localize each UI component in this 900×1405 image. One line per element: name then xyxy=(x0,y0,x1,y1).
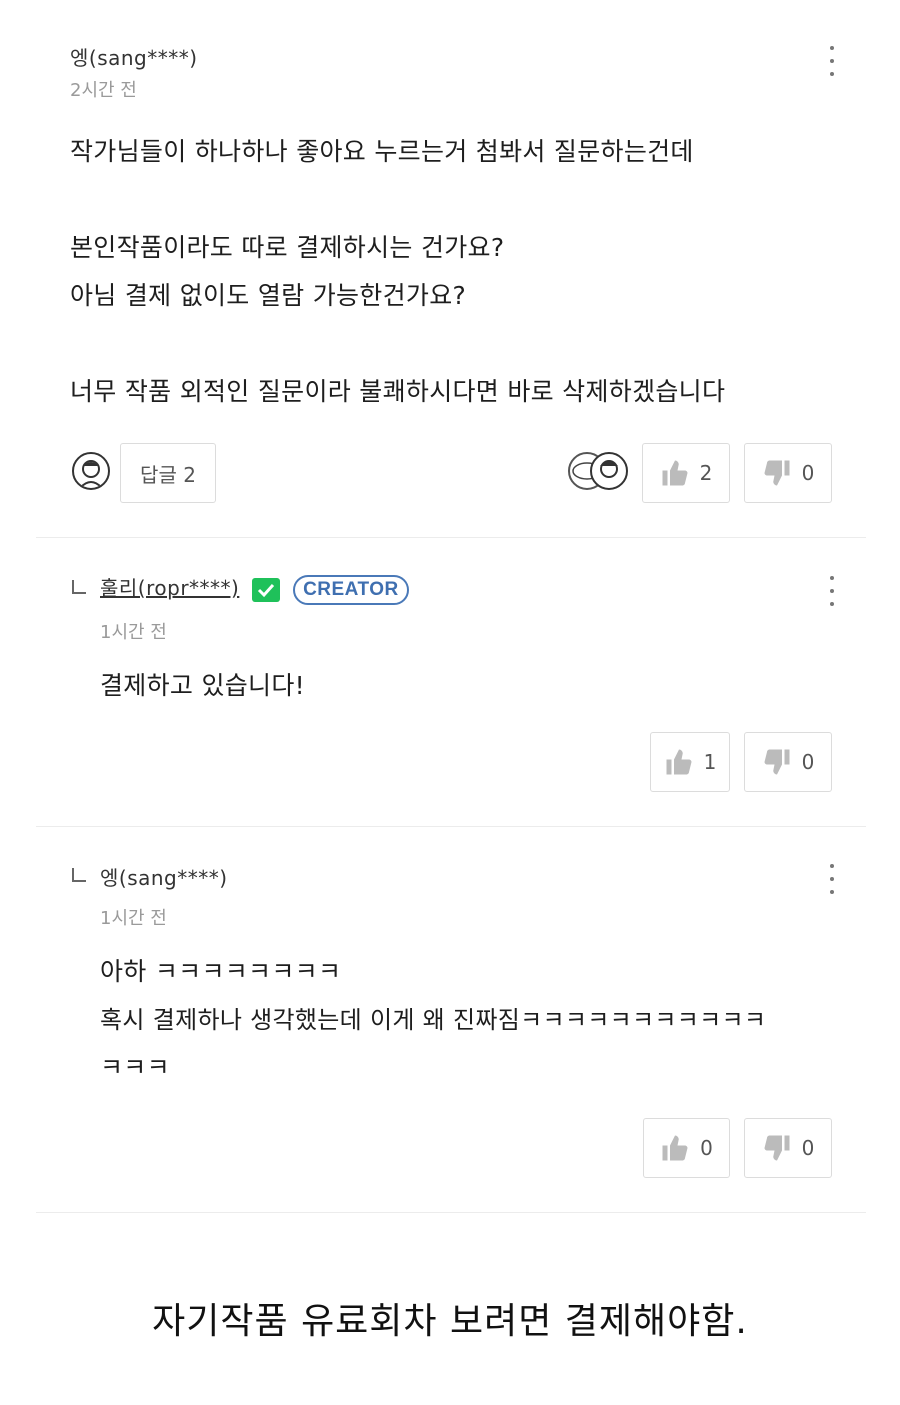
like-count: 1 xyxy=(703,750,717,774)
dislike-count: 0 xyxy=(801,461,815,485)
check-icon xyxy=(252,577,281,602)
comment-line: ㅋㅋㅋ xyxy=(100,1053,170,1082)
comment-line: 아하 ㅋㅋㅋㅋㅋㅋㅋㅋ xyxy=(100,957,342,986)
comment-3: 엥(sang****) 1시간 전 아하 ㅋㅋㅋㅋㅋㅋㅋㅋ 혹시 결제하나 생각… xyxy=(36,860,866,1190)
divider xyxy=(36,537,866,538)
comment-author[interactable]: 엥(sang****) xyxy=(70,42,198,71)
like-button[interactable]: 0 xyxy=(643,1118,730,1178)
thumbs-up-icon xyxy=(662,1135,688,1161)
reply-button[interactable]: 답글 2 xyxy=(120,443,216,503)
caption: 자기작품 유료회차 보려면 결제해야함. xyxy=(152,1301,748,1342)
like-count: 0 xyxy=(700,1136,713,1160)
more-vertical-icon[interactable] xyxy=(828,46,836,76)
divider xyxy=(36,826,866,827)
divider xyxy=(36,1212,866,1213)
comment-body: 아하 ㅋㅋㅋㅋㅋㅋㅋㅋ 혹시 결제하나 생각했는데 이게 왜 진짜짐ㅋㅋㅋㅋㅋㅋ… xyxy=(100,948,840,1092)
dislike-count: 0 xyxy=(801,1136,815,1160)
more-vertical-icon[interactable] xyxy=(828,576,836,606)
comment-time: 1시간 전 xyxy=(100,908,167,929)
thumbs-down-icon xyxy=(764,749,790,775)
comment-line xyxy=(70,176,830,224)
more-vertical-icon[interactable] xyxy=(828,864,836,894)
thumbs-down-icon xyxy=(764,1135,790,1161)
liker-avatar[interactable] xyxy=(590,452,628,490)
thumbs-up-icon xyxy=(662,460,688,486)
comment-line: 아님 결제 없이도 열람 가능한건가요? xyxy=(70,281,467,310)
like-count: 2 xyxy=(699,461,713,485)
dislike-button[interactable]: 0 xyxy=(744,732,832,792)
thumbs-down-icon xyxy=(764,460,790,486)
comment-time: 2시간 전 xyxy=(70,80,137,101)
comment-line: 너무 작품 외적인 질문이라 불쾌하시다면 바로 삭제하겠습니다 xyxy=(70,377,726,406)
reply-button-label: 답글 2 xyxy=(140,462,196,487)
reply-indent-icon xyxy=(72,868,86,882)
dislike-button[interactable]: 0 xyxy=(744,443,832,503)
comment-line: 혹시 결제하나 생각했는데 이게 왜 진짜짐ㅋㅋㅋㅋㅋㅋㅋㅋㅋㅋㅋ xyxy=(100,1006,767,1034)
comment-line: 작가님들이 하나하나 좋아요 누르는거 첨봐서 질문하는건데 xyxy=(70,137,694,166)
like-button[interactable]: 1 xyxy=(650,732,730,792)
creator-badge: CREATOR xyxy=(293,574,409,605)
comment-body: 작가님들이 하나하나 좋아요 누르는거 첨봐서 질문하는건데 본인작품이라도 따… xyxy=(70,128,830,416)
comment-body: 결제하고 있습니다! xyxy=(100,662,820,710)
comment-author-row: 훌리(ropr****) CREATOR xyxy=(100,572,409,605)
comment-2: 훌리(ropr****) CREATOR 1시간 전 결제하고 있습니다! 1 … xyxy=(36,570,866,800)
dislike-button[interactable]: 0 xyxy=(744,1118,832,1178)
comment-time: 1시간 전 xyxy=(100,622,167,643)
comment-author[interactable]: 엥(sang****) xyxy=(100,862,228,891)
like-button[interactable]: 2 xyxy=(642,443,730,503)
thumbs-up-icon xyxy=(666,749,692,775)
dislike-count: 0 xyxy=(801,750,815,774)
avatar[interactable] xyxy=(72,452,110,490)
comment-line xyxy=(70,320,830,368)
comment-line: 본인작품이라도 따로 결제하시는 건가요? xyxy=(70,233,505,262)
comment-line: 결제하고 있습니다! xyxy=(100,671,305,700)
reply-indent-icon xyxy=(72,580,86,594)
comment-author[interactable]: 훌리(ropr****) xyxy=(100,576,239,600)
comment-1: 엥(sang****) 2시간 전 작가님들이 하나하나 좋아요 누르는거 첨봐… xyxy=(36,42,866,512)
